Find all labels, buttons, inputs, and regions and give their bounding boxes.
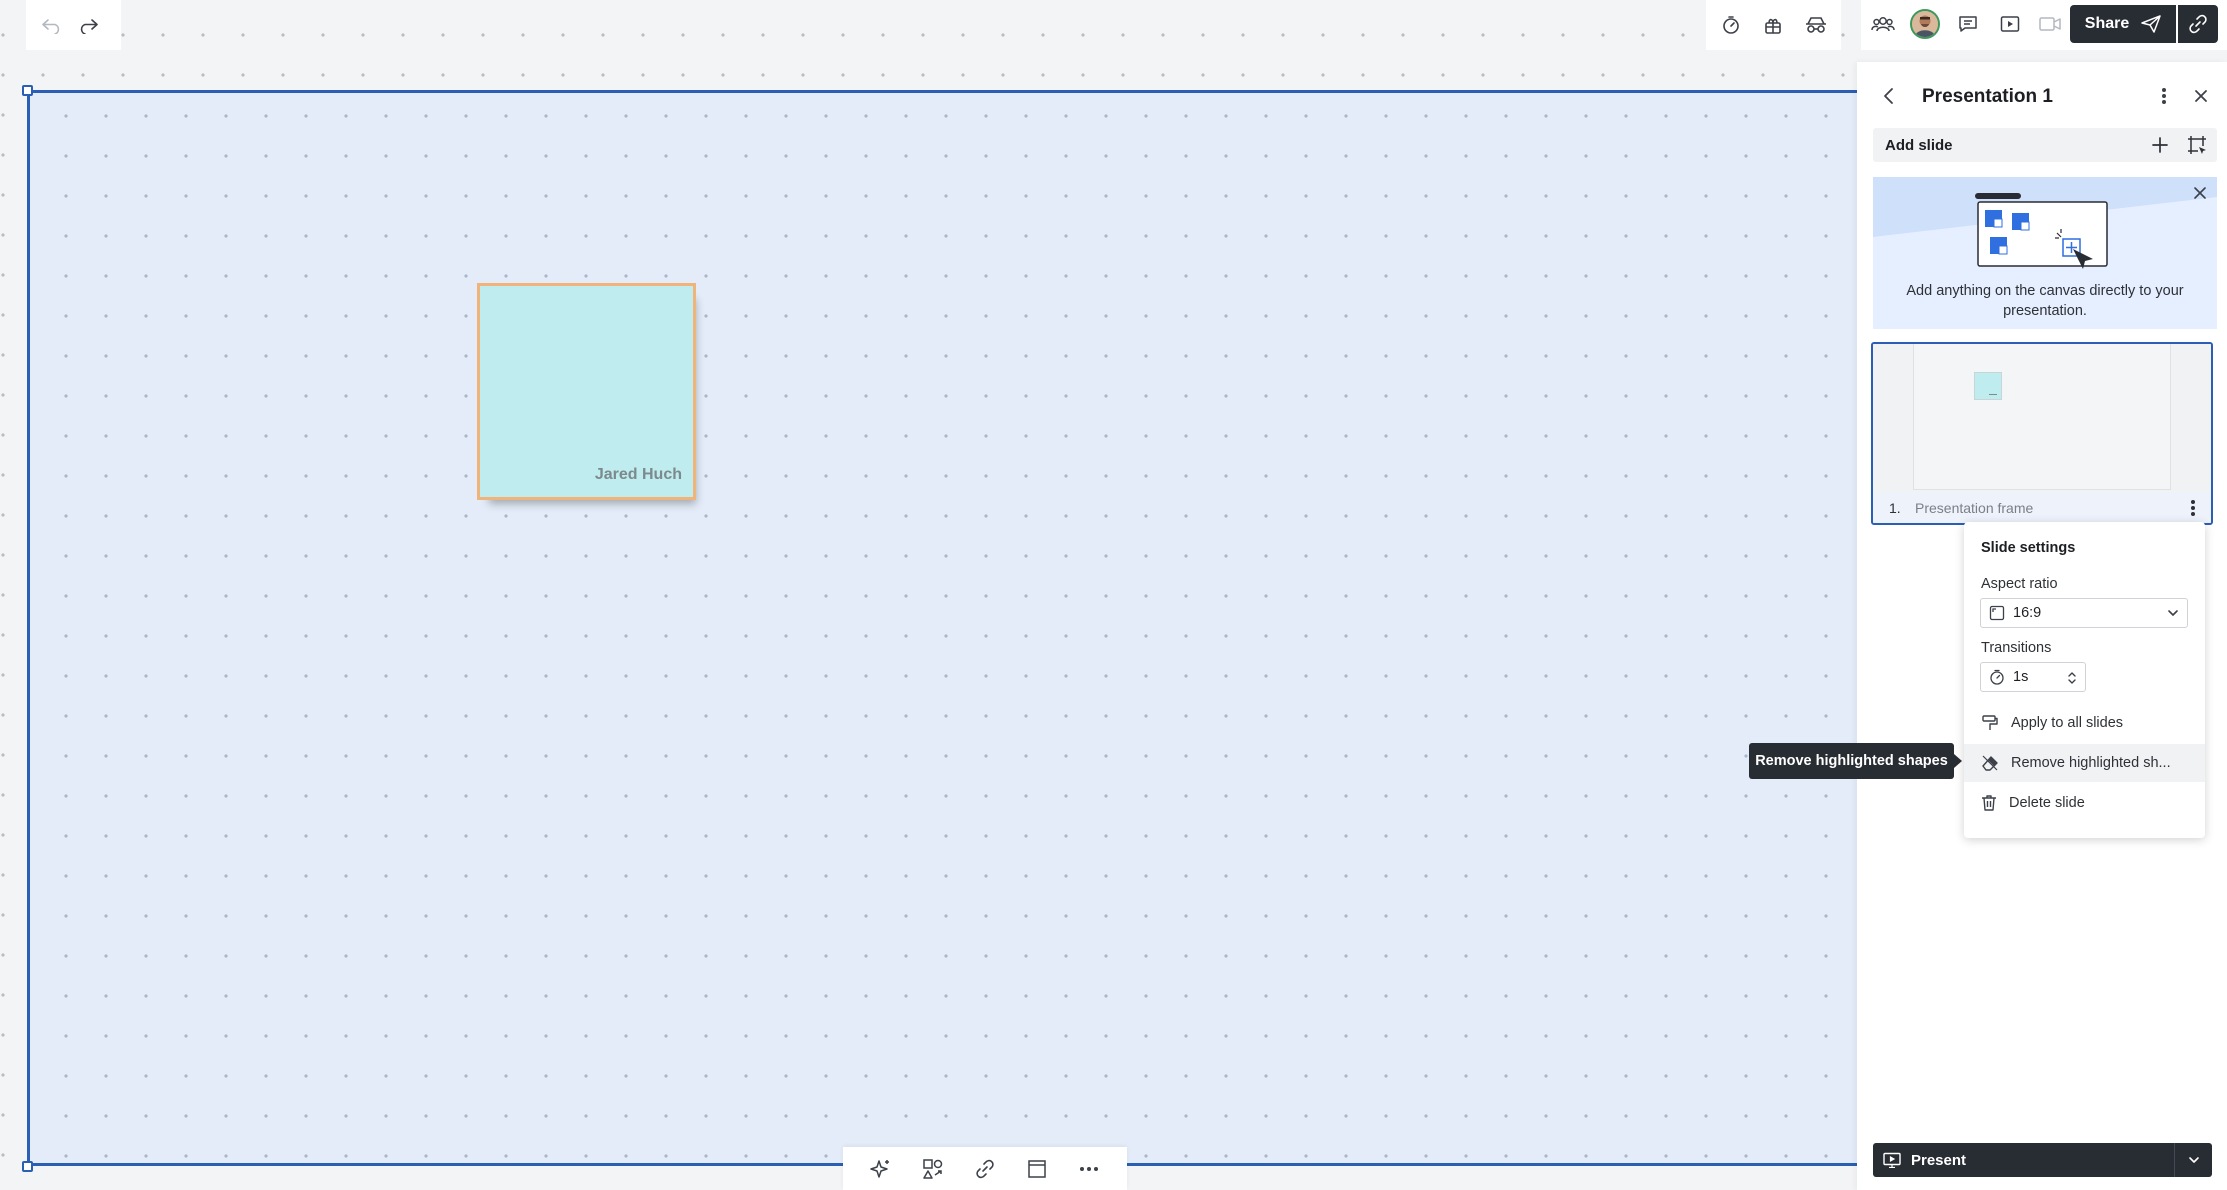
private-mode-icon[interactable]: [1798, 7, 1834, 43]
panel-menu-icon[interactable]: [2146, 78, 2182, 114]
link-icon[interactable]: [967, 1151, 1003, 1187]
resize-handle-bottom-left[interactable]: [22, 1161, 33, 1172]
promo-close-icon[interactable]: [2186, 179, 2214, 207]
apply-to-all-slides-item[interactable]: Apply to all slides: [1964, 704, 2205, 742]
tooltip-text: Remove highlighted shapes: [1755, 753, 1948, 769]
slide-thumbnail-frame: [1913, 344, 2171, 490]
present-main[interactable]: Present: [1873, 1152, 2174, 1169]
transitions-label: Transitions: [1981, 640, 2052, 656]
transitions-stepper[interactable]: 1s: [1980, 662, 2086, 692]
gift-icon[interactable]: [1755, 7, 1791, 43]
present-screen-icon: [1883, 1152, 1901, 1168]
promo-text: Add anything on the canvas directly to y…: [1906, 283, 2184, 319]
aspect-ratio-label: Aspect ratio: [1981, 576, 2058, 592]
share-button[interactable]: Share: [2070, 5, 2176, 43]
tooltip-arrow: [1954, 754, 1962, 768]
send-icon: [2141, 15, 2161, 33]
paint-roller-icon: [1982, 715, 1998, 730]
panel-title: Presentation 1: [1922, 86, 2053, 107]
slide-menu-icon[interactable]: [2179, 492, 2207, 523]
slide-number: 1.: [1889, 500, 1901, 516]
promo-banner: Add anything on the canvas directly to y…: [1873, 177, 2217, 329]
video-icon[interactable]: [2032, 6, 2068, 42]
chevron-down-icon: [2188, 1157, 2199, 1163]
bottom-toolbar: [843, 1147, 1127, 1190]
comment-icon[interactable]: [1950, 6, 1986, 42]
undo-redo-toolbar: [26, 0, 121, 50]
timer-icon[interactable]: [1713, 7, 1749, 43]
delete-slide-item[interactable]: Delete slide: [1964, 784, 2205, 822]
present-label: Present: [1911, 1151, 1967, 1169]
present-button[interactable]: Present: [1873, 1143, 2212, 1177]
transitions-value: 1s: [2013, 669, 2029, 685]
ai-sparkle-icon[interactable]: [863, 1151, 899, 1187]
slide-settings-title: Slide settings: [1981, 540, 2076, 556]
link-icon: [2189, 14, 2207, 34]
promo-illustration-icon: [1873, 177, 2217, 269]
avatar[interactable]: [1910, 9, 1940, 39]
thumbnail-sticky: [1974, 372, 2002, 400]
present-options-button[interactable]: [2174, 1143, 2212, 1177]
add-frame-icon[interactable]: [2187, 135, 2207, 155]
frame-icon[interactable]: [1019, 1151, 1055, 1187]
slide-card[interactable]: 1. Presentation frame: [1871, 342, 2213, 525]
back-icon[interactable]: [1871, 78, 1907, 114]
remove-highlighted-shapes-label: Remove highlighted sh...: [2011, 755, 2171, 771]
remove-highlighted-shapes-item[interactable]: Remove highlighted sh...: [1964, 744, 2205, 782]
aspect-ratio-value: 16:9: [2013, 605, 2042, 621]
trash-icon: [1982, 795, 1996, 811]
more-icon[interactable]: [1071, 1151, 1107, 1187]
slide-name[interactable]: Presentation frame: [1915, 500, 2033, 516]
aspect-ratio-select[interactable]: 16:9: [1980, 598, 2188, 628]
delete-slide-label: Delete slide: [2009, 795, 2085, 811]
undo-icon[interactable]: [34, 7, 70, 43]
present-icon[interactable]: [1992, 6, 2028, 42]
add-icon[interactable]: [2151, 136, 2169, 154]
apply-to-all-slides-label: Apply to all slides: [2011, 715, 2124, 731]
slide-thumbnail: [1873, 344, 2211, 492]
slide-settings-menu: Slide settings Aspect ratio 16:9 Transit…: [1964, 522, 2205, 838]
resize-handle-top-left[interactable]: [22, 85, 33, 96]
slide-footer: 1. Presentation frame: [1873, 492, 2211, 523]
stepper-arrows-icon[interactable]: [2067, 670, 2077, 686]
eraser-icon: [1982, 755, 1998, 771]
sticky-note[interactable]: Jared Huch: [477, 283, 696, 500]
top-tools: [1706, 0, 1841, 50]
aspect-ratio-icon: [1989, 605, 2005, 621]
timer-icon: [1990, 669, 2004, 685]
tooltip: Remove highlighted shapes: [1749, 743, 1962, 779]
add-slide-label: Add slide: [1885, 137, 1953, 154]
redo-icon[interactable]: [70, 7, 106, 43]
copy-link-button[interactable]: [2178, 5, 2218, 43]
share-label: Share: [2084, 15, 2130, 32]
sticky-author: Jared Huch: [594, 466, 682, 483]
presentation-frame[interactable]: [27, 90, 1867, 1166]
chevron-down-icon: [2168, 610, 2178, 616]
add-slide-bar[interactable]: Add slide: [1873, 128, 2217, 162]
shapes-icon[interactable]: [915, 1151, 951, 1187]
close-icon[interactable]: [2183, 78, 2219, 114]
collaborators-icon[interactable]: [1865, 6, 1901, 42]
